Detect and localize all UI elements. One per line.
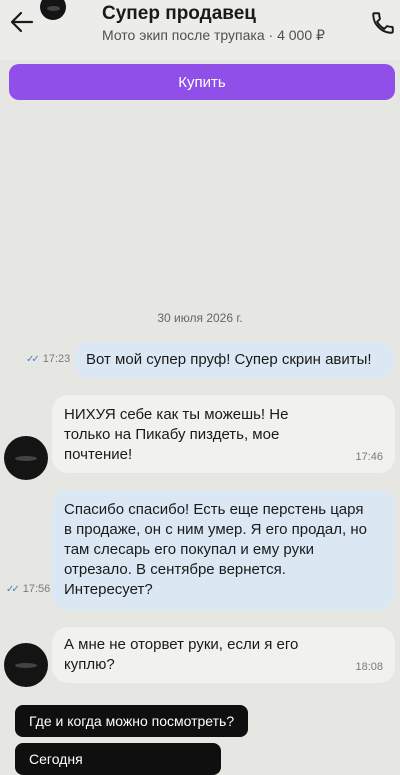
message-text: А мне не оторвет руки, если я его куплю?: [64, 636, 299, 673]
sender-avatar[interactable]: [4, 436, 48, 480]
message-bubble-outgoing[interactable]: Вот мой супер пруф! Супер скрин авиты!: [74, 342, 394, 378]
date-separator: 30 июля 2026 г.: [157, 311, 243, 325]
message-bubble-incoming[interactable]: НИХУЯ себе как ты можешь! Не только на П…: [52, 395, 395, 473]
message-time: 17:46: [355, 451, 383, 463]
seller-avatar[interactable]: [40, 0, 66, 20]
buy-button[interactable]: Купить: [9, 64, 395, 100]
phone-icon[interactable]: [370, 10, 396, 36]
message-time: 17:56: [22, 583, 51, 595]
message-meta: ✓✓ 17:56: [6, 583, 50, 595]
message-meta: ✓✓ 17:23: [26, 353, 70, 365]
sender-avatar[interactable]: [4, 643, 48, 687]
message-text: Вот мой супер пруф! Супер скрин авиты!: [86, 351, 372, 368]
message-bubble-incoming[interactable]: А мне не оторвет руки, если я его куплю?…: [52, 627, 395, 683]
chat-header: Супер продавец Мото экип после трупака ·…: [0, 0, 400, 60]
listing-subtitle[interactable]: Мото экип после трупака · 4 000 ₽: [102, 27, 325, 44]
message-text: НИХУЯ себе как ты можешь! Не только на П…: [64, 406, 289, 463]
message-time: 18:08: [355, 661, 383, 673]
quick-reply-button[interactable]: Где и когда можно посмотреть?: [15, 705, 249, 737]
read-ticks-icon: ✓✓: [26, 354, 40, 365]
chat-title[interactable]: Супер продавец: [102, 3, 256, 25]
message-bubble-outgoing[interactable]: Спасибо спасибо! Есть еще перстень царя …: [52, 490, 395, 610]
message-text: Спасибо спасибо! Есть еще перстень царя …: [64, 501, 367, 598]
back-arrow-icon[interactable]: [8, 8, 36, 36]
read-ticks-icon: ✓✓: [6, 584, 20, 595]
message-time: 17:23: [42, 353, 71, 365]
quick-reply-button[interactable]: Сегодня: [15, 743, 221, 775]
